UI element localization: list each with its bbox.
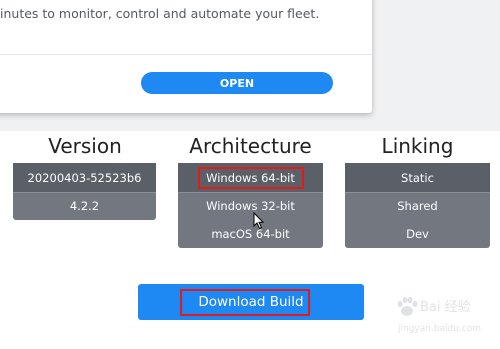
linking-options: Static Shared Dev: [345, 163, 490, 248]
linking-option-dev[interactable]: Dev: [345, 219, 490, 248]
watermark-text: Bai 经验: [420, 300, 471, 315]
modal-description: inutes to monitor, control and automate …: [0, 6, 320, 21]
linking-option-shared[interactable]: Shared: [345, 191, 490, 220]
version-option-2[interactable]: 4.2.2: [13, 191, 156, 220]
version-options: 20200403-52523b6 4.2.2: [13, 163, 156, 220]
mouse-pointer-icon: [253, 212, 265, 230]
download-build-button[interactable]: Download Build: [138, 284, 364, 320]
modal-card: inutes to monitor, control and automate …: [0, 0, 372, 113]
watermark-url: jingyan.baidu.com: [398, 324, 482, 334]
version-option-1[interactable]: 20200403-52523b6: [13, 163, 156, 192]
open-button[interactable]: OPEN: [141, 72, 333, 94]
linking-option-static[interactable]: Static: [345, 163, 490, 192]
architecture-option-macos-64[interactable]: macOS 64-bit: [178, 219, 323, 248]
baidu-watermark: Bai 经验 jingyan.baidu.com: [392, 294, 496, 342]
architecture-options: Windows 64-bit Windows 32-bit macOS 64-b…: [178, 163, 323, 248]
architecture-option-windows-64[interactable]: Windows 64-bit: [178, 163, 323, 192]
paw-logo-icon: [397, 296, 418, 316]
architecture-title: Architecture: [189, 134, 312, 158]
modal-divider: [0, 54, 372, 55]
version-title: Version: [48, 134, 122, 158]
architecture-option-windows-32[interactable]: Windows 32-bit: [178, 191, 323, 220]
linking-title: Linking: [381, 134, 454, 158]
